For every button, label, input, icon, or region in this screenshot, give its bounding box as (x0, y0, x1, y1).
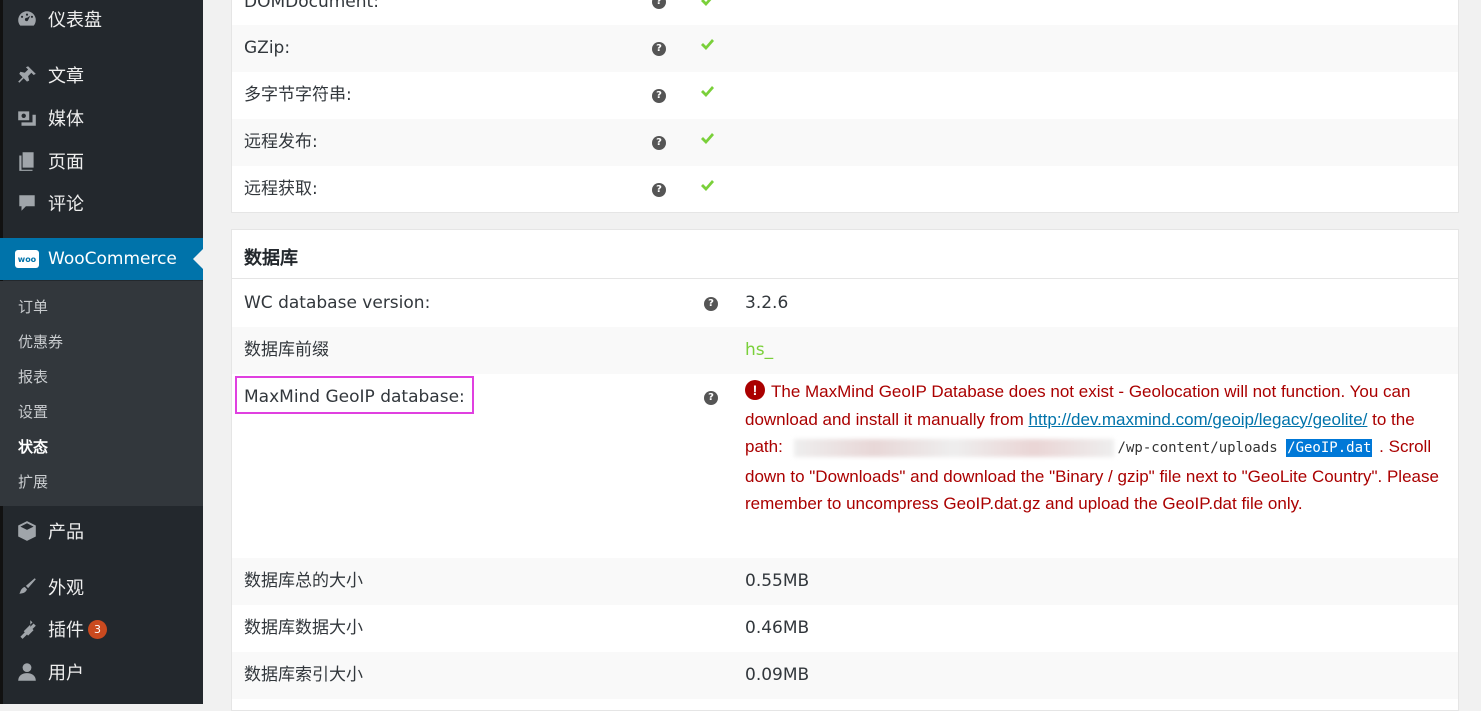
path-visible: /wp-content/uploads (1117, 440, 1278, 456)
sidebar-item-media[interactable]: 媒体 (0, 97, 203, 139)
sidebar-item-label: 产品 (48, 522, 84, 543)
help-icon[interactable]: ? (652, 0, 666, 9)
table-row: 数据库总的大小 0.55MB (232, 558, 1458, 605)
geoip-error-message: ! The MaxMind GeoIP Database does not exi… (745, 378, 1449, 518)
submenu-item-orders[interactable]: 订单 (18, 292, 48, 322)
media-icon (14, 105, 40, 131)
woocommerce-icon: woo (14, 246, 40, 272)
sidebar-item-label: 文章 (48, 66, 84, 87)
table-row: 数据库前缀 hs_ (232, 327, 1458, 374)
database-panel: 数据库 WC database version: ? 3.2.6 数据库前缀 h… (231, 229, 1459, 711)
help-icon[interactable]: ? (652, 183, 666, 197)
row-label: DOMDocument: (244, 0, 379, 12)
submenu-item-settings[interactable]: 设置 (18, 397, 48, 427)
row-label: 数据库数据大小 (244, 618, 363, 638)
brush-icon (14, 574, 40, 600)
row-label: 数据库前缀 (244, 340, 329, 360)
plugin-icon (14, 616, 40, 642)
comment-icon (14, 190, 40, 216)
woocommerce-submenu: 订单 优惠券 报表 设置 状态 扩展 (0, 281, 203, 506)
table-row: WC database version: ? 3.2.6 (232, 280, 1458, 327)
table-row: 远程获取: ? (232, 166, 1458, 213)
maxmind-link[interactable]: http://dev.maxmind.com/geoip/legacy/geol… (1028, 410, 1367, 429)
divider (232, 278, 1458, 279)
sidebar-item-posts[interactable]: 文章 (0, 54, 203, 96)
dashboard-icon (14, 6, 40, 32)
checkmark-icon (699, 37, 715, 53)
section-title: 数据库 (244, 248, 298, 269)
sidebar-item-plugins[interactable]: 插件 3 (0, 608, 203, 650)
row-value: 0.46MB (745, 618, 810, 638)
row-label: WC database version: (244, 293, 431, 313)
sidebar-item-label: 评论 (48, 194, 84, 215)
help-icon[interactable]: ? (652, 89, 666, 103)
highlight-annotation-box (235, 376, 474, 414)
pin-icon (14, 62, 40, 88)
redacted-path (793, 439, 1114, 457)
table-row: 多字节字符串: ? (232, 72, 1458, 119)
sidebar-item-appearance[interactable]: 外观 (0, 566, 203, 608)
row-label: 远程获取: (244, 179, 318, 199)
table-row: 数据库索引大小 0.09MB (232, 652, 1458, 699)
upload-path: /wp-content/uploads /GeoIP.dat (788, 438, 1375, 458)
table-row: 远程发布: ? (232, 119, 1458, 166)
sidebar-item-label: 外观 (48, 578, 84, 599)
path-selected: /GeoIP.dat (1286, 439, 1373, 457)
pages-icon (14, 148, 40, 174)
submenu-item-coupons[interactable]: 优惠券 (18, 327, 63, 357)
row-value: 0.55MB (745, 571, 810, 591)
sidebar-item-comments[interactable]: 评论 (0, 182, 203, 224)
row-value: hs_ (745, 340, 774, 360)
table-row: GZip: ? (232, 25, 1458, 72)
sidebar-item-products[interactable]: 产品 (0, 510, 203, 552)
checkmark-icon (699, 178, 715, 194)
server-environment-panel: DOMDocument: ? GZip: ? 多字节字符串: ? 远程发布: ?… (231, 0, 1459, 213)
sidebar-item-dashboard[interactable]: 仪表盘 (0, 0, 203, 40)
help-icon[interactable]: ? (652, 136, 666, 150)
table-row: 数据库数据大小 0.46MB (232, 605, 1458, 652)
row-label: 多字节字符串: (244, 85, 352, 105)
help-icon[interactable]: ? (652, 42, 666, 56)
sidebar-item-label: 媒体 (48, 109, 84, 130)
checkmark-icon (699, 84, 715, 100)
row-label: 数据库索引大小 (244, 665, 363, 685)
sidebar-item-woocommerce[interactable]: woo WooCommerce (0, 238, 203, 280)
sidebar-item-label: 仪表盘 (48, 10, 102, 31)
row-value: 0.09MB (745, 665, 810, 685)
table-row: DOMDocument: ? (232, 0, 1458, 26)
row-label: GZip: (244, 38, 291, 58)
row-value: 3.2.6 (745, 293, 789, 313)
help-icon[interactable]: ? (704, 391, 718, 405)
user-icon (14, 659, 40, 685)
submenu-item-status[interactable]: 状态 (18, 432, 48, 462)
help-icon[interactable]: ? (704, 297, 718, 311)
sidebar-item-label: 插件 (48, 620, 84, 641)
checkmark-icon (699, 131, 715, 147)
sidebar-item-label: 页面 (48, 152, 84, 173)
submenu-item-reports[interactable]: 报表 (18, 362, 48, 392)
checkmark-icon (699, 0, 715, 9)
plugin-update-badge: 3 (88, 619, 107, 639)
product-box-icon (14, 518, 40, 544)
sidebar-item-pages[interactable]: 页面 (0, 140, 203, 182)
sidebar-item-users[interactable]: 用户 (0, 651, 203, 693)
row-label: 远程发布: (244, 132, 318, 152)
admin-sidebar: 仪表盘 文章 媒体 页面 评论 woo WooCommerce 订单 优惠券 报… (0, 0, 203, 704)
active-menu-caret (193, 249, 203, 269)
sidebar-item-label: 用户 (48, 663, 84, 684)
submenu-item-extensions[interactable]: 扩展 (18, 467, 48, 497)
error-icon: ! (745, 380, 765, 400)
row-label: 数据库总的大小 (244, 571, 363, 591)
sidebar-item-label: WooCommerce (48, 249, 177, 269)
